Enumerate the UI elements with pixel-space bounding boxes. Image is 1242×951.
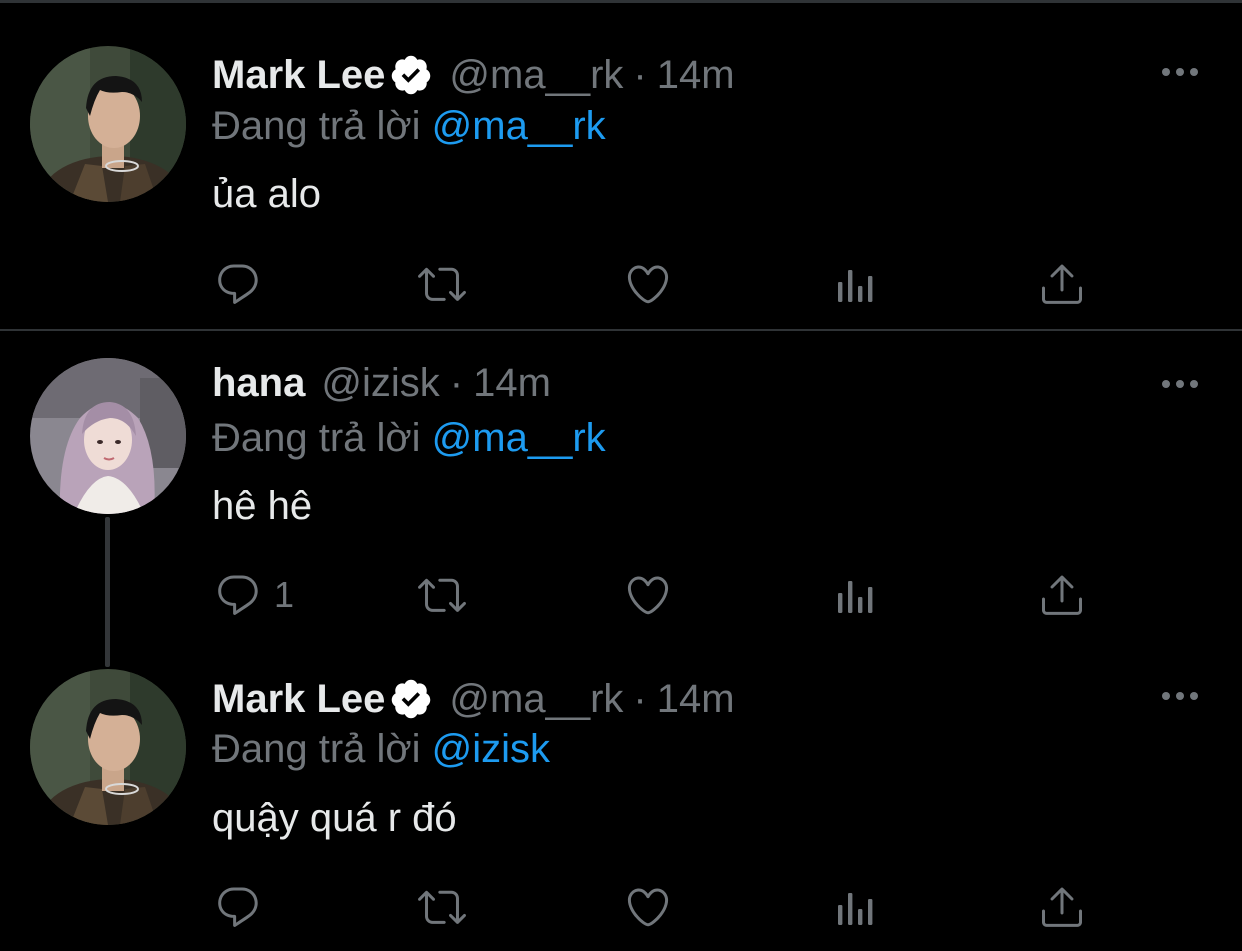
retweet-icon <box>418 883 466 931</box>
author-handle[interactable]: @izisk <box>321 361 439 406</box>
author-name[interactable]: hana <box>212 361 305 406</box>
author-handle[interactable]: @ma__rk <box>449 53 623 98</box>
separator-dot: · <box>449 360 464 405</box>
reply-count: 1 <box>274 574 295 615</box>
more-icon[interactable] <box>1160 689 1200 703</box>
analytics-button[interactable] <box>832 881 880 933</box>
retweet-icon <box>418 260 466 308</box>
analytics-button[interactable] <box>832 258 880 310</box>
mark-lee-avatar-image <box>30 669 186 825</box>
timestamp[interactable]: 14m <box>657 677 735 722</box>
reply-button[interactable] <box>214 258 274 310</box>
retweet-icon <box>418 571 466 619</box>
share-button[interactable] <box>1038 258 1086 310</box>
reply-button[interactable]: 1 <box>214 569 294 621</box>
reply-mention-link[interactable]: @izisk <box>432 727 550 771</box>
like-button[interactable] <box>624 258 672 310</box>
avatar[interactable] <box>30 669 186 825</box>
replying-to: Đang trả lời @ma__rk <box>212 416 606 461</box>
mark-lee-avatar-image <box>30 46 186 202</box>
timestamp[interactable]: 14m <box>657 53 735 98</box>
like-icon <box>624 571 672 619</box>
share-button[interactable] <box>1038 881 1086 933</box>
like-icon <box>624 260 672 308</box>
like-button[interactable] <box>624 569 672 621</box>
more-icon[interactable] <box>1160 65 1200 79</box>
analytics-button[interactable] <box>832 569 880 621</box>
share-button[interactable] <box>1038 569 1086 621</box>
separator-dot: · <box>633 676 647 721</box>
reply-mention-link[interactable]: @ma__rk <box>432 104 606 148</box>
tweet-text: quậy quá r đó <box>212 796 457 840</box>
retweet-button[interactable] <box>418 881 466 933</box>
retweet-button[interactable] <box>418 258 466 310</box>
reply-icon <box>214 571 262 619</box>
tweet-header: Mark Lee @ma__rk · 14m <box>212 674 735 724</box>
replying-to: Đang trả lời @izisk <box>212 727 550 772</box>
analytics-icon <box>832 571 880 619</box>
share-icon <box>1038 260 1086 308</box>
hana-avatar-image <box>30 358 186 514</box>
analytics-icon <box>832 260 880 308</box>
tweet-text: ủa alo <box>212 172 321 216</box>
tweet-actions: 1 <box>212 569 1112 621</box>
tweet-actions <box>212 258 1112 310</box>
tweet-text: hê hê <box>212 484 313 528</box>
tweet-3[interactable]: Mark Lee @ma__rk · 14m Đang trả lời @izi… <box>0 641 1242 951</box>
author-name[interactable]: Mark Lee <box>212 677 385 722</box>
avatar[interactable] <box>30 358 186 514</box>
timestamp[interactable]: 14m <box>473 361 551 406</box>
avatar[interactable] <box>30 46 186 202</box>
analytics-icon <box>832 883 880 931</box>
reply-mention-link[interactable]: @ma__rk <box>432 416 606 460</box>
replying-to: Đang trả lời @ma__rk <box>212 104 606 149</box>
replying-to-label: Đang trả lời <box>212 727 421 771</box>
verified-badge-icon <box>389 53 433 97</box>
share-icon <box>1038 883 1086 931</box>
share-icon <box>1038 571 1086 619</box>
tweet-actions <box>212 881 1112 933</box>
tweet-1[interactable]: Mark Lee @ma__rk · 14m Đang trả lời @ma_… <box>0 0 1242 332</box>
separator-dot: · <box>633 52 647 97</box>
like-button[interactable] <box>624 881 672 933</box>
author-handle[interactable]: @ma__rk <box>449 677 623 722</box>
tweet-2[interactable]: hana @izisk · 14m Đang trả lời @ma__rk h… <box>0 331 1242 667</box>
like-icon <box>624 883 672 931</box>
reply-button[interactable] <box>214 881 274 933</box>
retweet-button[interactable] <box>418 569 466 621</box>
author-name[interactable]: Mark Lee <box>212 53 385 98</box>
more-icon[interactable] <box>1160 377 1200 391</box>
tweet-header: Mark Lee @ma__rk · 14m <box>212 50 735 100</box>
tweet-header: hana @izisk · 14m <box>212 358 551 408</box>
reply-icon <box>214 260 262 308</box>
reply-icon <box>214 883 262 931</box>
replying-to-label: Đang trả lời <box>212 104 421 148</box>
verified-badge-icon <box>389 677 433 721</box>
replying-to-label: Đang trả lời <box>212 416 421 460</box>
